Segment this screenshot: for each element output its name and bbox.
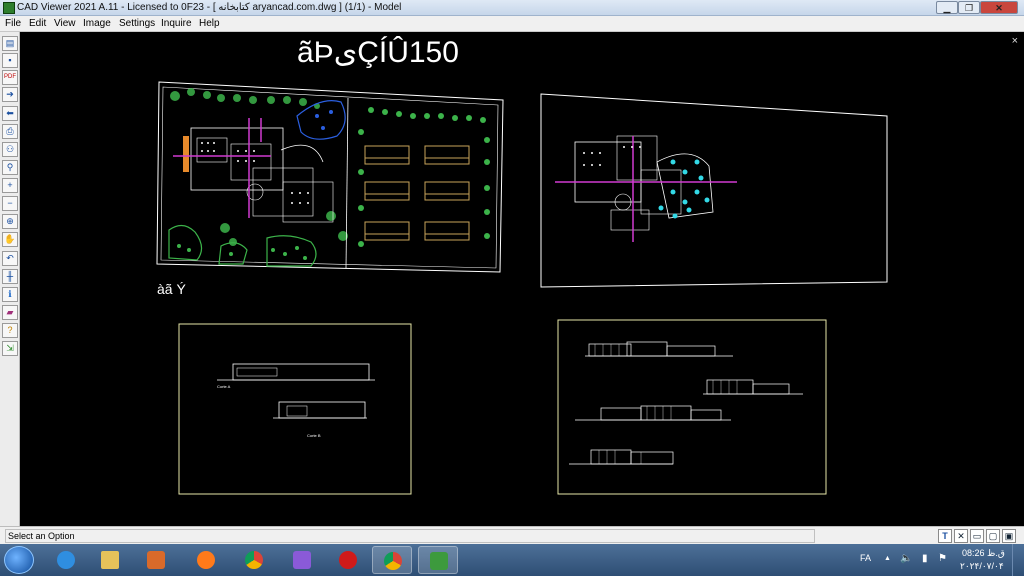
chrome-icon[interactable] — [234, 546, 274, 574]
title-bar[interactable]: CAD Viewer 2021 A.11 - Licensed to 0F23 … — [0, 0, 1024, 16]
explorer-icon[interactable] — [90, 546, 130, 574]
action-center-flag-icon[interactable]: ⚑ — [938, 553, 947, 564]
elevations-sheet — [557, 319, 827, 495]
status-text: Select an Option — [8, 531, 75, 541]
zoom-icon[interactable]: ⚲ — [2, 160, 18, 175]
cancel-tool-button[interactable]: ✕ — [954, 529, 968, 543]
zoom-out-icon[interactable]: − — [2, 196, 18, 211]
opera-icon[interactable] — [328, 546, 368, 574]
media-player-icon[interactable] — [136, 546, 176, 574]
minimize-button[interactable]: ▁ — [936, 1, 958, 14]
section-a-label: Corte A — [217, 384, 231, 389]
window-tile-button[interactable]: ▭ — [970, 529, 984, 543]
language-indicator[interactable]: FA — [860, 553, 871, 563]
text-tool-button[interactable]: T — [938, 529, 952, 543]
menu-bar: File Edit View Image Settings Inquire He… — [0, 16, 1024, 32]
cad-viewer-icon[interactable] — [418, 546, 458, 574]
menu-image[interactable]: Image — [83, 18, 111, 29]
print-icon[interactable]: ⎙ — [2, 124, 18, 139]
forward-icon[interactable]: ➔ — [2, 87, 18, 102]
app-icon — [3, 2, 15, 14]
start-button[interactable] — [4, 546, 34, 574]
menu-view[interactable]: View — [54, 18, 76, 29]
binoculars-icon[interactable]: ⚇ — [2, 142, 18, 157]
firefox-icon[interactable] — [186, 546, 226, 574]
back-icon[interactable]: ⬅ — [2, 106, 18, 121]
menu-settings[interactable]: Settings — [119, 18, 155, 29]
drawing-canvas[interactable]: × ãÞیÇÍÛ150 àã Ý Corte A Corte B — [21, 32, 1024, 526]
info-icon[interactable]: ℹ — [2, 287, 18, 302]
layers-icon[interactable]: ╫ — [2, 269, 18, 284]
network-icon[interactable]: ▮ — [922, 553, 928, 564]
taskbar: FA ▲ 🔈 ▮ ⚑ ق.ظ 08:26 ۲۰۲۴/۰۷/۰۴ — [0, 544, 1024, 576]
clock-date[interactable]: ۲۰۲۴/۰۷/۰۴ — [960, 561, 1004, 572]
ie-icon[interactable] — [46, 546, 86, 574]
floor-plan-sheet — [540, 93, 888, 288]
volume-icon[interactable]: 🔈 — [900, 553, 912, 564]
chrome-profile-icon[interactable] — [372, 546, 412, 574]
save-icon[interactable]: ▪ — [2, 53, 18, 68]
pdf-icon[interactable]: PDF — [2, 70, 18, 85]
close-button[interactable]: ✕ — [980, 1, 1018, 14]
status-bar: Select an Option T ✕ ▭ ▢ ▣ — [0, 526, 1024, 544]
menu-inquire[interactable]: Inquire — [161, 18, 192, 29]
tray-expand-icon[interactable]: ▲ — [884, 555, 891, 562]
status-panel: Select an Option — [5, 529, 815, 543]
vs-icon[interactable] — [282, 546, 322, 574]
section-b-label: Corte B — [307, 433, 321, 438]
undo-icon[interactable]: ↶ — [2, 251, 18, 266]
zoom-extents-icon[interactable]: ⊕ — [2, 214, 18, 229]
cad-viewer-window: CAD Viewer 2021 A.11 - Licensed to 0F23 … — [0, 0, 1024, 576]
cad-drawing: ãÞیÇÍÛ150 àã Ý Corte A Corte B — [156, 35, 888, 495]
drawing-label-text: àã Ý — [157, 281, 186, 297]
open-icon[interactable]: ▤ — [2, 36, 18, 51]
show-desktop-button[interactable] — [1012, 544, 1024, 576]
drawing-title-text: ãÞیÇÍÛ150 — [297, 35, 459, 69]
menu-help[interactable]: Help — [199, 18, 220, 29]
maximize-button[interactable]: ❐ — [958, 1, 980, 14]
menu-file[interactable]: File — [5, 18, 21, 29]
export-icon[interactable]: ⇲ — [2, 341, 18, 356]
clock-time[interactable]: ق.ظ 08:26 — [962, 548, 1005, 559]
pan-icon[interactable]: ✋ — [2, 232, 18, 247]
sections-sheet: Corte A Corte B — [178, 323, 412, 495]
window-title: CAD Viewer 2021 A.11 - Licensed to 0F23 … — [17, 2, 402, 13]
left-toolbar: ▤ ▪ PDF ➔ ⬅ ⎙ ⚇ ⚲ + − ⊕ ✋ ↶ ╫ ℹ ▰ ? ⇲ — [0, 32, 20, 526]
help-icon[interactable]: ? — [2, 323, 18, 338]
window-cascade-button[interactable]: ▢ — [986, 529, 1000, 543]
window-arrange-button[interactable]: ▣ — [1002, 529, 1016, 543]
menu-edit[interactable]: Edit — [29, 18, 46, 29]
zoom-in-icon[interactable]: + — [2, 178, 18, 193]
site-plan — [156, 81, 504, 273]
book-icon[interactable]: ▰ — [2, 305, 18, 320]
